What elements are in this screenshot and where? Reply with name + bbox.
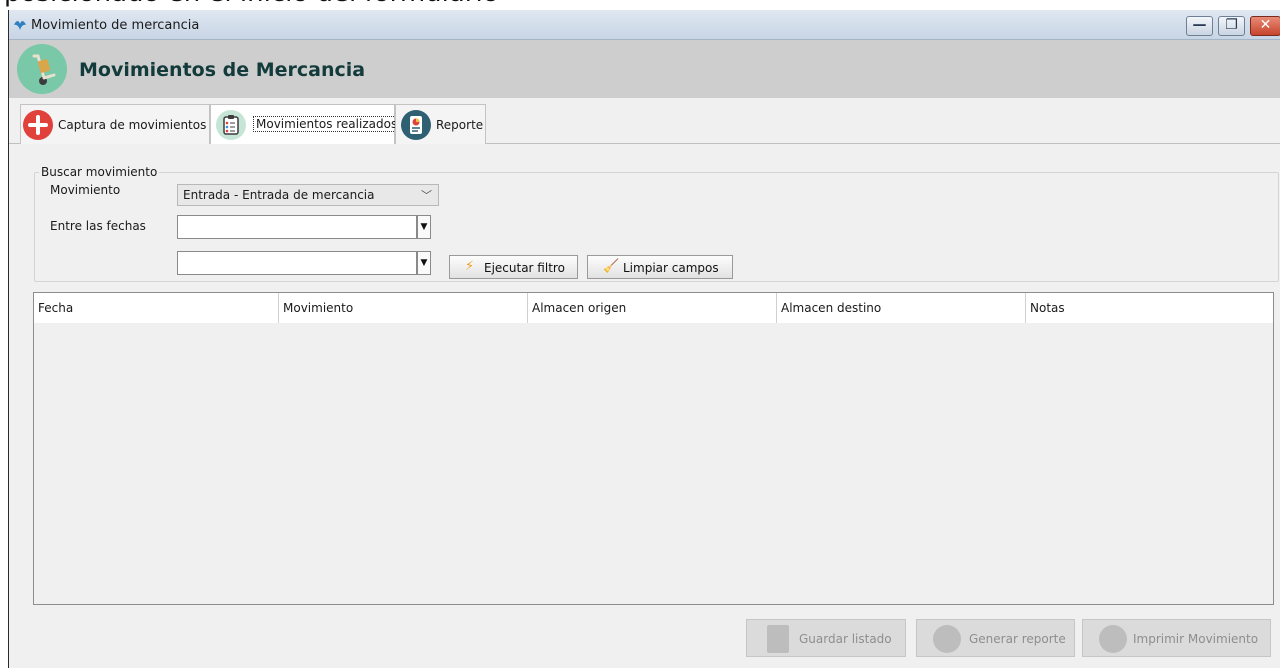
column-header-almacen-destino[interactable]: Almacen destino: [777, 293, 1026, 323]
column-header-notas[interactable]: Notas: [1026, 293, 1273, 323]
lightning-icon: ⚡: [465, 259, 475, 274]
app-icon: [14, 21, 26, 30]
form-header: Movimientos de Mercancia: [9, 40, 1280, 98]
restore-button[interactable]: ❐: [1218, 16, 1245, 36]
save-list-label: Guardar listado: [799, 632, 892, 646]
tab-captura[interactable]: Captura de movimientos: [20, 104, 210, 144]
tab-bar: Captura de movimientos Movimientos reali…: [9, 104, 1280, 144]
generate-report-label: Generar reporte: [969, 632, 1066, 646]
date-from-field[interactable]: [177, 215, 417, 239]
movements-table[interactable]: Fecha Movimiento Almacen origen Almacen …: [33, 292, 1274, 605]
tab-realizados[interactable]: Movimientos realizados: [210, 104, 401, 144]
dates-label: Entre las fechas: [50, 219, 146, 233]
tab-label: Movimientos realizados: [253, 116, 401, 132]
calendar-dropdown-icon[interactable]: ▼: [417, 251, 431, 275]
search-legend: Buscar movimiento: [41, 165, 158, 179]
save-list-button[interactable]: Guardar listado: [746, 619, 906, 657]
execute-filter-label: Ejecutar filtro: [484, 261, 565, 275]
broom-icon: 🧹: [603, 259, 620, 274]
close-button[interactable]: ✕: [1250, 16, 1280, 36]
movement-label: Movimiento: [50, 183, 121, 197]
clear-fields-label: Limpiar campos: [623, 261, 719, 275]
app-window: Movimiento de mercancia — ❐ ✕ Movimiento…: [8, 10, 1280, 668]
window-title: Movimiento de mercancia: [31, 18, 200, 33]
clear-fields-button[interactable]: 🧹 Limpiar campos: [587, 255, 733, 279]
print-movement-button[interactable]: Imprimir Movimiento: [1082, 619, 1271, 657]
column-header-almacen-origen[interactable]: Almacen origen: [528, 293, 777, 323]
tab-label: Reporte: [436, 118, 484, 132]
clipboard-icon: [216, 110, 246, 140]
minimize-button[interactable]: —: [1186, 16, 1213, 36]
table-header: Fecha Movimiento Almacen origen Almacen …: [34, 293, 1273, 323]
column-header-movimiento[interactable]: Movimiento: [279, 293, 528, 323]
csv-file-icon: [767, 625, 789, 653]
printer-icon: [1099, 625, 1127, 653]
tab-label: Captura de movimientos: [58, 118, 207, 132]
print-movement-label: Imprimir Movimiento: [1133, 632, 1259, 646]
title-bar: Movimiento de mercancia — ❐ ✕: [9, 10, 1280, 40]
date-to-field[interactable]: [177, 251, 417, 275]
overlay-text: posicionado en el inicio del formulario: [4, 0, 499, 8]
movement-value: Entrada - Entrada de mercancia: [183, 188, 375, 202]
tab-reporte[interactable]: Reporte: [395, 104, 486, 144]
page-title: Movimientos de Mercancia: [79, 59, 366, 81]
movement-select[interactable]: Entrada - Entrada de mercancia ﹀: [177, 184, 439, 206]
hand-truck-icon: [17, 44, 67, 94]
column-header-fecha[interactable]: Fecha: [34, 293, 279, 323]
report-icon: [401, 110, 431, 140]
execute-filter-button[interactable]: ⚡ Ejecutar filtro: [449, 255, 578, 279]
chevron-down-icon: ﹀: [421, 189, 432, 202]
generate-report-button[interactable]: Generar reporte: [916, 619, 1075, 657]
chart-icon: [933, 625, 961, 653]
calendar-dropdown-icon[interactable]: ▼: [417, 215, 431, 239]
add-icon: [23, 110, 53, 140]
overlay-strip: posicionado en el inicio del formulario: [0, 0, 1280, 10]
